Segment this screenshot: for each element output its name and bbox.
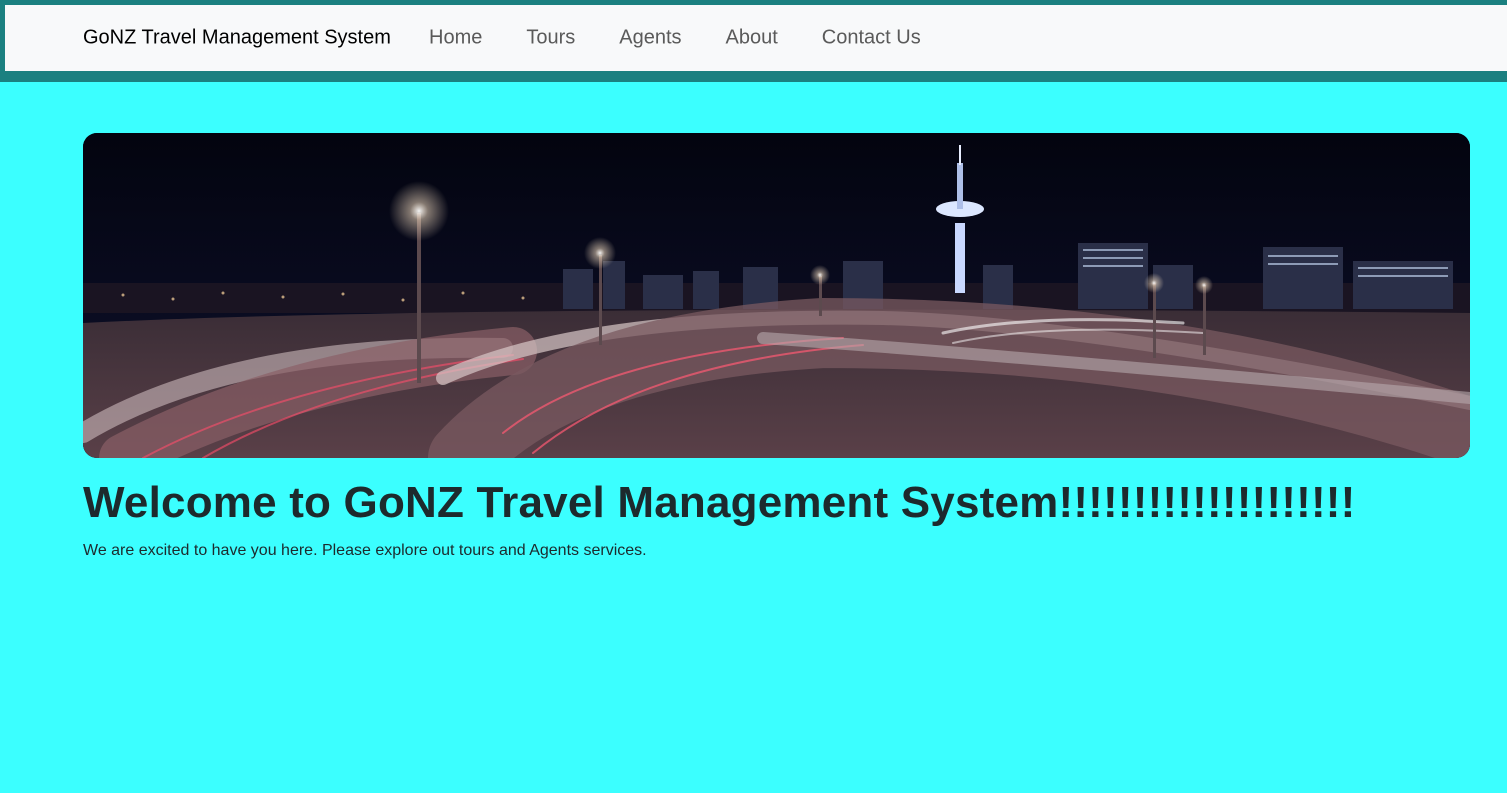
nav-link-agents[interactable]: Agents — [619, 27, 681, 50]
hero-banner-image — [83, 133, 1470, 458]
welcome-heading: Welcome to GoNZ Travel Management System… — [83, 478, 1356, 527]
night-city-motorway-illustration — [83, 133, 1470, 458]
nav-link-home[interactable]: Home — [429, 27, 482, 50]
nav-link-tours[interactable]: Tours — [526, 27, 575, 50]
nav-link-contact-us[interactable]: Contact Us — [822, 27, 921, 50]
navbar: GoNZ Travel Management System Home Tours… — [5, 5, 1507, 71]
welcome-subtext: We are excited to have you here. Please … — [83, 542, 647, 559]
nav-link-about[interactable]: About — [726, 27, 778, 50]
nav-links: Home Tours Agents About Contact Us — [429, 27, 965, 50]
navbar-brand[interactable]: GoNZ Travel Management System — [83, 27, 391, 50]
